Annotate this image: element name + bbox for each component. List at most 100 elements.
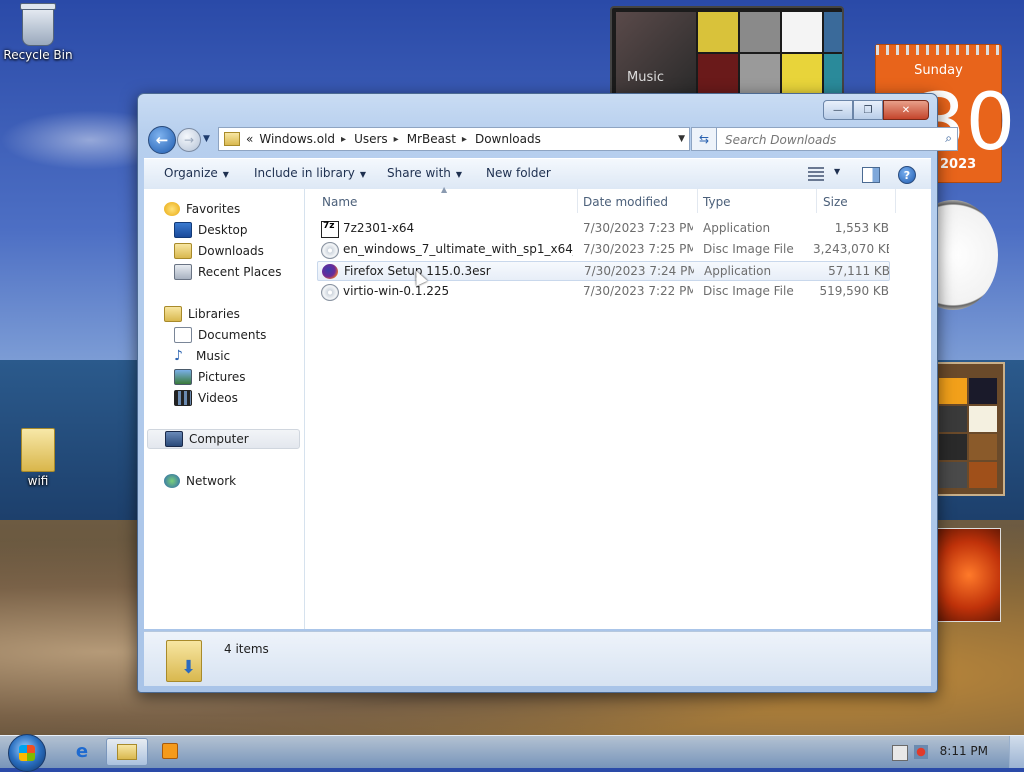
details-pane: 4 items bbox=[144, 631, 931, 686]
forward-button[interactable]: → bbox=[177, 128, 201, 152]
folder-icon bbox=[117, 744, 137, 760]
start-button[interactable] bbox=[8, 734, 46, 772]
puzzle-tile bbox=[939, 406, 967, 432]
file-row[interactable]: Firefox Setup 115.0.3esr 7/30/2023 7:24 … bbox=[317, 261, 890, 281]
change-view-icon[interactable] bbox=[808, 167, 824, 181]
folder-icon bbox=[224, 132, 240, 146]
column-header-name[interactable]: Name bbox=[322, 191, 357, 213]
nav-label: Network bbox=[186, 474, 237, 488]
nav-videos[interactable]: Videos bbox=[174, 388, 238, 408]
pictures-icon bbox=[174, 369, 192, 385]
calendar-year: 2023 bbox=[940, 157, 977, 172]
column-divider[interactable] bbox=[895, 189, 896, 213]
address-bar[interactable]: « Windows.old ▸ Users ▸ MrBeast ▸ Downlo… bbox=[218, 127, 690, 151]
network-disconnected-icon[interactable] bbox=[914, 745, 928, 759]
column-divider[interactable] bbox=[577, 189, 578, 213]
recent-places-icon bbox=[174, 264, 192, 280]
breadcrumb-separator[interactable]: ▸ bbox=[462, 134, 467, 145]
action-center-flag-icon[interactable] bbox=[892, 745, 908, 761]
chevron-down-icon: ▼ bbox=[359, 170, 367, 179]
media-tile bbox=[824, 54, 842, 94]
breadcrumb-users[interactable]: Users bbox=[354, 132, 388, 146]
nav-favorites[interactable]: Favorites bbox=[164, 199, 240, 219]
desktop-icon-wifi-folder[interactable]: wifi bbox=[0, 428, 76, 488]
file-row[interactable]: 7z2301-x64 7/30/2023 7:23 PM Application… bbox=[317, 219, 890, 239]
nav-recent-places[interactable]: Recent Places bbox=[174, 262, 281, 282]
picture-puzzle-gadget[interactable] bbox=[933, 362, 1005, 496]
taskbar-media-player[interactable] bbox=[150, 738, 190, 764]
column-header-type[interactable]: Type bbox=[703, 191, 731, 213]
desktop-icon-recycle-bin[interactable]: Recycle Bin bbox=[0, 3, 76, 62]
nav-label: Recent Places bbox=[198, 265, 282, 279]
file-row[interactable]: en_windows_7_ultimate_with_sp1_x64_dv...… bbox=[317, 240, 890, 260]
puzzle-tile bbox=[969, 462, 997, 488]
media-tile bbox=[824, 12, 842, 52]
nav-network[interactable]: Network bbox=[164, 471, 236, 491]
taskbar-windows-explorer[interactable] bbox=[106, 738, 148, 766]
organize-button[interactable]: Organize ▼ bbox=[164, 166, 229, 180]
refresh-button[interactable]: ⇆ bbox=[691, 127, 717, 151]
taskbar-internet-explorer[interactable]: e bbox=[62, 738, 102, 764]
nav-desktop[interactable]: Desktop bbox=[174, 220, 248, 240]
recycle-bin-icon bbox=[20, 3, 56, 46]
maximize-button[interactable]: ❐ bbox=[853, 100, 883, 120]
file-date: 7/30/2023 7:23 PM bbox=[583, 221, 693, 235]
breadcrumb-windows-old[interactable]: Windows.old bbox=[259, 132, 335, 146]
column-divider[interactable] bbox=[816, 189, 817, 213]
close-button[interactable]: ✕ bbox=[883, 100, 929, 120]
file-name: virtio-win-0.1.225 bbox=[343, 284, 450, 298]
breadcrumb-downloads[interactable]: Downloads bbox=[475, 132, 541, 146]
nav-computer[interactable]: Computer bbox=[147, 429, 300, 449]
search-box[interactable]: ⌕ bbox=[716, 127, 958, 151]
nav-pictures[interactable]: Pictures bbox=[174, 367, 246, 387]
navigation-pane: Favorites Desktop Downloads Recent Place… bbox=[144, 189, 305, 629]
new-folder-button[interactable]: New folder bbox=[486, 166, 551, 180]
media-tile bbox=[782, 12, 822, 52]
address-overflow-chevron[interactable]: « bbox=[246, 132, 253, 146]
file-type: Disc Image File bbox=[703, 242, 794, 256]
firefox-icon bbox=[322, 264, 338, 279]
media-tile bbox=[740, 12, 780, 52]
sort-arrow-icon: ▲ bbox=[441, 185, 448, 194]
puzzle-tile bbox=[969, 434, 997, 460]
breadcrumb-user-folder[interactable]: MrBeast bbox=[407, 132, 456, 146]
breadcrumb-separator[interactable]: ▸ bbox=[341, 134, 346, 145]
share-with-label: Share with bbox=[387, 166, 451, 180]
media-gadget[interactable]: Music bbox=[610, 6, 844, 102]
file-row[interactable]: virtio-win-0.1.225 7/30/2023 7:22 PM Dis… bbox=[317, 282, 890, 302]
column-header-date-modified[interactable]: Date modified bbox=[583, 191, 668, 213]
column-divider[interactable] bbox=[697, 189, 698, 213]
slideshow-gadget[interactable] bbox=[937, 528, 1001, 622]
preview-pane-icon[interactable] bbox=[862, 167, 880, 183]
back-button[interactable]: ← bbox=[148, 126, 176, 154]
show-desktop-button[interactable] bbox=[1009, 736, 1024, 768]
file-size: 3,243,070 KB bbox=[813, 242, 889, 256]
nav-label: Music bbox=[196, 349, 231, 363]
disc-image-icon bbox=[321, 242, 339, 259]
nav-music[interactable]: ♪ Music bbox=[174, 346, 230, 366]
nav-documents[interactable]: Documents bbox=[174, 325, 266, 345]
nav-label: Libraries bbox=[188, 307, 240, 321]
recent-pages-dropdown[interactable]: ▼ bbox=[203, 134, 210, 144]
nav-libraries[interactable]: Libraries bbox=[164, 304, 240, 324]
search-input[interactable] bbox=[723, 130, 927, 150]
system-clock[interactable]: 8:11 PM bbox=[940, 744, 988, 758]
media-tile bbox=[698, 12, 738, 52]
include-in-library-label: Include in library bbox=[254, 166, 355, 180]
nav-downloads[interactable]: Downloads bbox=[174, 241, 264, 261]
column-header-size[interactable]: Size bbox=[823, 191, 848, 213]
breadcrumb-separator[interactable]: ▸ bbox=[394, 134, 399, 145]
chevron-down-icon: ▼ bbox=[455, 170, 463, 179]
minimize-button[interactable]: — bbox=[823, 100, 853, 120]
search-icon[interactable]: ⌕ bbox=[945, 131, 952, 146]
chevron-down-icon: ▼ bbox=[222, 170, 229, 179]
help-button[interactable]: ? bbox=[898, 166, 916, 184]
address-dropdown-icon[interactable]: ▼ bbox=[678, 134, 685, 144]
include-in-library-button[interactable]: Include in library ▼ bbox=[254, 166, 366, 180]
file-type: Application bbox=[704, 264, 772, 278]
main-panes: Favorites Desktop Downloads Recent Place… bbox=[144, 185, 931, 629]
share-with-button[interactable]: Share with ▼ bbox=[387, 166, 462, 180]
more-views-dropdown[interactable]: ▼ bbox=[834, 167, 840, 176]
file-size: 519,590 KB bbox=[819, 284, 889, 298]
explorer-window[interactable]: — ❐ ✕ ← → ▼ « Windows.old ▸ Users ▸ MrBe… bbox=[137, 93, 958, 693]
